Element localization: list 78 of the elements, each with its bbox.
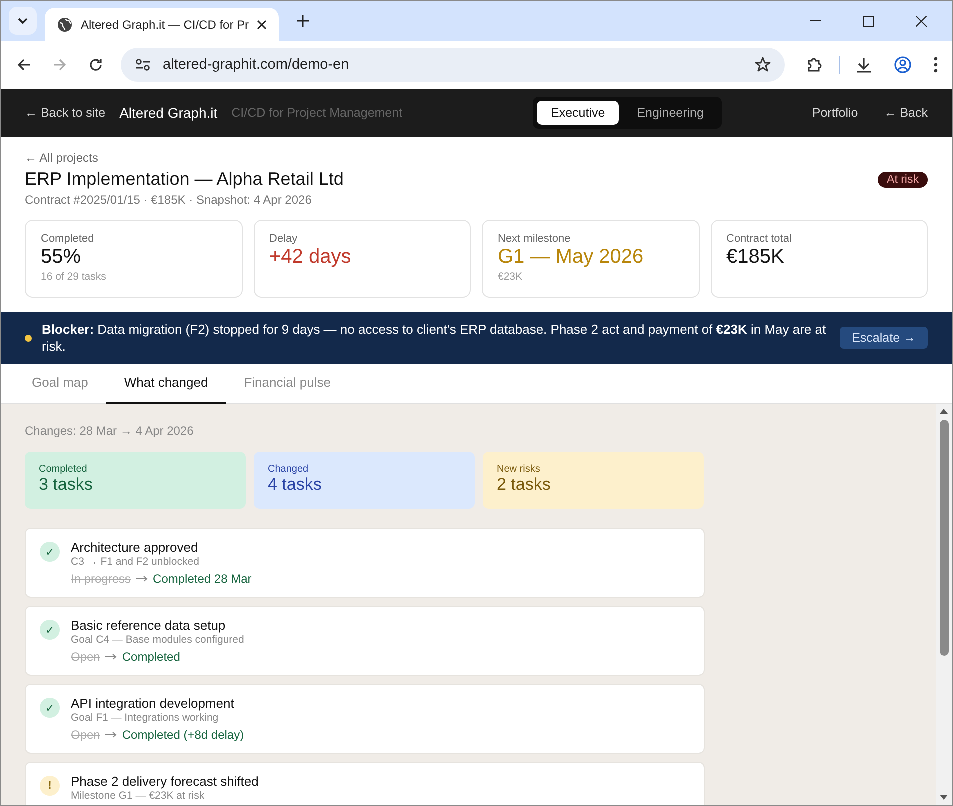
- tab[interactable]: Financial pulse: [226, 364, 349, 404]
- check-icon: ✓: [40, 542, 60, 562]
- maximize-icon[interactable]: [863, 16, 874, 26]
- brand-name: Altered Graph.it: [120, 105, 218, 121]
- tab-title: Altered Graph.it — CI/CD for Pr: [81, 18, 250, 32]
- kpi-note: 16 of 29 tasks: [41, 271, 108, 283]
- project-meta: Contract #2025/01/15 · €185K · Snapshot: 4 Apr 2026: [25, 193, 313, 207]
- extensions-icon[interactable]: [807, 57, 823, 73]
- summary-label: Changed: [268, 464, 310, 475]
- reload-icon[interactable]: [89, 58, 103, 72]
- status-badge: At risk: [878, 172, 928, 188]
- view-tab[interactable]: Executive: [537, 101, 620, 125]
- kpi-value: €185K: [726, 245, 786, 269]
- escalate-button[interactable]: Escalate →: [840, 327, 928, 349]
- tagline: CI/CD for Project Management: [232, 106, 403, 120]
- kpi-label: Completed: [41, 233, 96, 245]
- tab-list-button[interactable]: [9, 7, 37, 35]
- change-title: Phase 2 delivery forecast shifted: [71, 774, 259, 789]
- kpi-label: Next milestone: [498, 233, 572, 245]
- change-subtitle: Goal C4 — Base modules configured: [71, 634, 244, 646]
- period-label: Changes: 28 Mar → 4 Apr 2026: [25, 424, 195, 438]
- summary-value: 3 tasks: [39, 475, 94, 495]
- change-title: Architecture approved: [71, 540, 200, 555]
- nav-link[interactable]: ← Back: [884, 106, 928, 120]
- close-icon[interactable]: [916, 16, 927, 26]
- browser-tab[interactable]: Altered Graph.it — CI/CD for Pr: [45, 8, 280, 41]
- scrollbar[interactable]: [936, 404, 952, 805]
- change-subtitle: Milestone G1 — €23K at risk: [71, 790, 206, 802]
- change-subtitle: Goal F1 — Integrations working: [71, 712, 220, 724]
- address-field[interactable]: altered-graphit.com/demo-en: [121, 48, 785, 82]
- warning-icon: !: [40, 776, 60, 796]
- old-status: In progress: [71, 572, 132, 586]
- check-icon: ✓: [40, 620, 60, 640]
- star-icon[interactable]: [755, 57, 771, 73]
- summary-value: 4 tasks: [268, 475, 323, 495]
- warning-dot-icon: [25, 334, 32, 342]
- site-settings-icon[interactable]: [135, 58, 151, 72]
- url-text: altered-graphit.com/demo-en: [163, 57, 350, 73]
- profile-icon[interactable]: [894, 56, 912, 74]
- globe-icon: [57, 16, 73, 32]
- back-to-site-link[interactable]: ← Back to site: [25, 106, 106, 120]
- project-title: ERP Implementation — Alpha Retail Ltd: [25, 169, 344, 190]
- view-tab[interactable]: Engineering: [623, 101, 718, 125]
- old-status: Open: [71, 728, 100, 742]
- summary-label: Completed: [39, 464, 88, 475]
- kpi-label: Contract total: [726, 233, 793, 245]
- summary-label: New risks: [497, 464, 542, 475]
- new-status: Completed 28 Mar: [153, 572, 252, 586]
- download-icon[interactable]: [856, 57, 872, 73]
- scrollbar-thumb[interactable]: [940, 420, 948, 656]
- scroll-up-icon[interactable]: [940, 409, 948, 414]
- menu-icon[interactable]: [934, 57, 938, 73]
- change-title: API integration development: [71, 696, 236, 711]
- change-title: Basic reference data setup: [71, 618, 227, 633]
- new-tab-icon[interactable]: [297, 15, 310, 27]
- nav-link[interactable]: Portfolio: [812, 106, 858, 120]
- check-icon: ✓: [40, 698, 60, 718]
- arrow-icon: [105, 654, 118, 660]
- new-status: Completed (+8d delay): [122, 728, 244, 742]
- arrow-icon: [136, 576, 148, 582]
- new-status: Completed: [122, 650, 180, 664]
- tab[interactable]: Goal map: [14, 364, 106, 404]
- close-icon[interactable]: [257, 20, 268, 30]
- kpi-value: G1 — May 2026: [498, 245, 645, 269]
- kpi-note: €23K: [498, 271, 524, 283]
- all-projects-link[interactable]: ← All projects: [25, 151, 928, 165]
- kpi-value: 55%: [41, 245, 82, 269]
- summary-value: 2 tasks: [497, 475, 552, 495]
- minimize-icon[interactable]: [810, 20, 821, 22]
- kpi-value: +42 days: [270, 245, 352, 269]
- old-status: Open: [71, 650, 100, 664]
- change-subtitle: C3 → F1 and F2 unblocked: [71, 556, 200, 568]
- arrow-icon: [105, 732, 118, 738]
- caret-icon: [18, 18, 28, 24]
- kpi-label: Delay: [270, 233, 299, 245]
- scroll-down-icon[interactable]: [940, 795, 948, 800]
- blocker-text: Blocker: Data migration (F2) stopped for 9 days — no access to client's ERP database. Phase 2 act and payment of €23K in May are at risk.: [42, 321, 828, 355]
- back-arrow-icon[interactable]: [17, 58, 31, 72]
